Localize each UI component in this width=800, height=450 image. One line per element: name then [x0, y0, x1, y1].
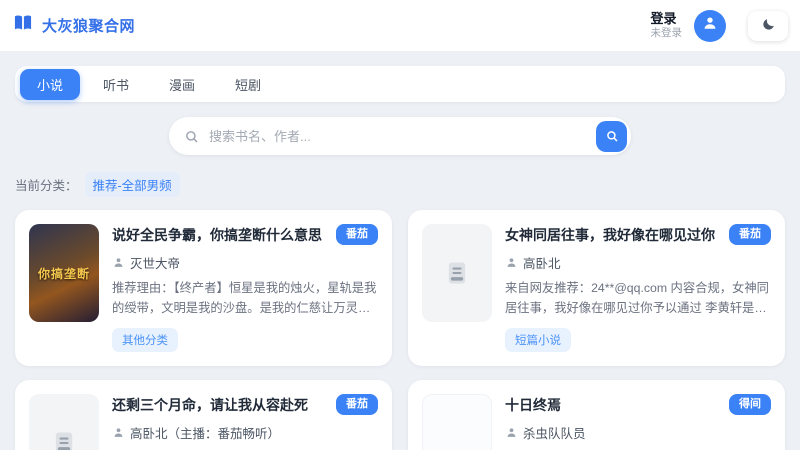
author-icon [114, 258, 123, 268]
book-description: 推荐理由：【终产者】恒星是我的烛火，星轨是我的绶带，文明是我的沙盘。是我的仁慈让… [112, 281, 377, 316]
author-icon [507, 428, 516, 438]
book-card[interactable]: 女神同居往事，我好像在哪见过你 番茄 高卧北 来自网友推荐：24**@qq.co… [408, 210, 785, 366]
category-filter-row: 当前分类： 推荐-全部男频 [15, 172, 785, 197]
book-cover-placeholder [422, 224, 492, 322]
book-description: 来自网友推荐：24**@qq.com 内容合规，女神同居往事，我好像在哪见过你予… [505, 281, 769, 316]
book-logo-icon [12, 12, 34, 39]
search-box [169, 117, 631, 155]
book-tag[interactable]: 其他分类 [112, 328, 178, 352]
search-input[interactable] [199, 128, 596, 144]
source-badge: 番茄 [729, 224, 771, 246]
book-cover-blank [422, 394, 492, 450]
book-title: 女神同居往事，我好像在哪见过你 [505, 227, 715, 243]
tab-comic[interactable]: 漫画 [152, 69, 212, 100]
book-grid: 你搞垄断 说好全民争霸，你搞垄断什么意思 番茄 灭世大帝 推荐理由：【终产者】恒… [15, 210, 785, 450]
site-name: 大灰狼聚合网 [42, 18, 136, 35]
tab-novel[interactable]: 小说 [20, 68, 81, 100]
cover-title-text: 你搞垄断 [37, 266, 90, 281]
source-badge: 番茄 [336, 224, 378, 246]
main-content: 小说 听书 漫画 短剧 当前分类： 推荐-全部男频 你搞垄断 说好全民争霸，你搞… [0, 66, 800, 450]
search-button-icon [606, 131, 617, 142]
book-title: 说好全民争霸，你搞垄断什么意思 [112, 227, 322, 243]
tab-shortdrama[interactable]: 短剧 [218, 69, 278, 100]
source-badge: 番茄 [336, 394, 378, 416]
source-badge: 得间 [729, 394, 771, 416]
author-icon [507, 258, 516, 268]
search-section [15, 117, 785, 155]
book-cover-image: 你搞垄断 [29, 224, 99, 322]
tab-audiobook[interactable]: 听书 [86, 69, 146, 100]
book-icon [448, 262, 466, 284]
login-button[interactable]: 登录 未登录 [651, 11, 683, 40]
app-header: 大灰狼聚合网 登录 未登录 [0, 0, 800, 52]
user-avatar[interactable] [694, 9, 726, 42]
header-actions: 登录 未登录 [651, 9, 788, 42]
book-cover-placeholder [29, 394, 99, 450]
category-current-link[interactable]: 推荐-全部男频 [84, 172, 180, 197]
book-tag[interactable]: 短篇小说 [505, 328, 571, 352]
moon-icon [761, 17, 776, 35]
dark-mode-toggle[interactable] [748, 10, 788, 41]
author-name: 高卧北（主播：番茄畅听） [130, 427, 281, 442]
book-title: 还剩三个月命，请让我从容赴死 [112, 397, 308, 413]
book-icon [55, 432, 73, 450]
search-button[interactable] [596, 120, 627, 152]
user-icon [701, 14, 719, 37]
book-card[interactable]: 十日终焉 得间 杀虫队队员 来自网友推荐：48**@qq.com 内容合规，十日… [408, 380, 785, 450]
book-card[interactable]: 还剩三个月命，请让我从容赴死 番茄 高卧北（主播：番茄畅听） 来自网友推荐：24… [15, 380, 392, 450]
author-name: 高卧北 [523, 257, 561, 272]
search-icon [186, 130, 198, 142]
category-label: 当前分类： [15, 179, 78, 193]
login-status: 未登录 [650, 27, 683, 40]
book-card[interactable]: 你搞垄断 说好全民争霸，你搞垄断什么意思 番茄 灭世大帝 推荐理由：【终产者】恒… [15, 210, 392, 366]
book-title: 十日终焉 [505, 397, 561, 413]
author-name: 杀虫队队员 [523, 427, 586, 442]
login-label: 登录 [650, 10, 677, 26]
content-type-tabs: 小说 听书 漫画 短剧 [15, 66, 785, 102]
site-logo[interactable]: 大灰狼聚合网 [12, 12, 135, 39]
author-name: 灭世大帝 [130, 257, 181, 272]
author-icon [114, 428, 123, 438]
